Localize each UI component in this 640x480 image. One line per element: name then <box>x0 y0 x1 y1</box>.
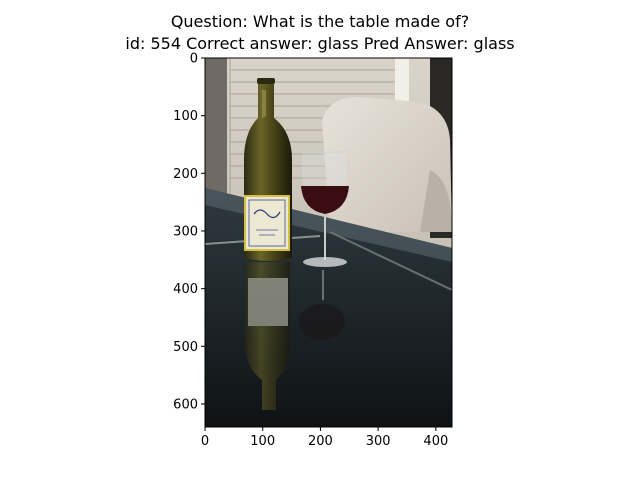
figure-canvas: 0 100 200 300 400 0 100 200 300 400 500 600 <box>173 52 453 449</box>
y-tick-label: 600 <box>173 397 198 412</box>
x-tick-label: 100 <box>250 434 275 449</box>
left-shadow <box>205 58 227 198</box>
x-tick-label: 200 <box>308 434 333 449</box>
photo-image <box>205 58 452 427</box>
y-tick-label: 0 <box>190 52 198 67</box>
x-axis: 0 100 200 300 400 <box>201 427 448 449</box>
y-tick-label: 100 <box>173 109 198 124</box>
y-tick-label: 200 <box>173 167 198 182</box>
x-tick-label: 400 <box>423 434 448 449</box>
y-tick-label: 400 <box>173 282 198 297</box>
y-tick-label: 300 <box>173 224 198 239</box>
y-axis: 0 100 200 300 400 500 600 <box>173 52 205 412</box>
x-tick-label: 0 <box>201 434 209 449</box>
x-tick-label: 300 <box>366 434 391 449</box>
y-tick-label: 500 <box>173 340 198 355</box>
bottle-label <box>244 195 290 251</box>
